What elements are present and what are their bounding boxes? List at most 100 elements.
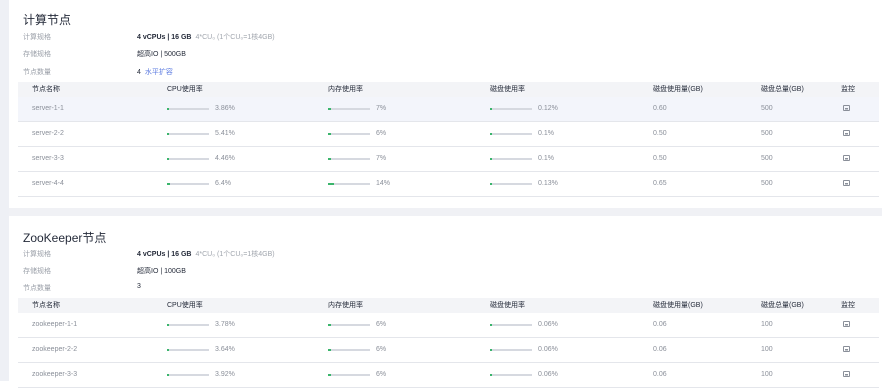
column-header: CPU使用率: [167, 302, 203, 309]
memory-usage-bar-fill: [328, 107, 331, 110]
table-row[interactable]: zookeeper-3-3 3.92% 6% 0.06% 0.06 100: [18, 363, 879, 388]
monitor-icon[interactable]: [843, 155, 850, 161]
cpu-usage-percent: 3.78%: [215, 321, 235, 328]
zookeeper-storage-label: 存储规格: [23, 268, 51, 275]
compute-specs-hint: 4*CU₀ (1个CU₀=1核4GB): [195, 34, 275, 41]
disk-usage-percent: 0.06%: [538, 346, 558, 353]
table-row[interactable]: server-3-3 4.46% 7% 0.1% 0.50 500: [18, 147, 879, 172]
monitor-icon[interactable]: [843, 105, 850, 111]
column-header: 内存使用率: [328, 302, 363, 309]
cpu-usage-percent: 6.4%: [215, 180, 231, 187]
cpu-usage-bar-fill: [167, 348, 169, 351]
compute-specs-value: 4 vCPUs | 16 GB 4*CU₀ (1个CU₀=1核4GB): [137, 32, 275, 42]
column-header: 磁盘使用率: [490, 86, 525, 93]
compute-specs-main: 4 vCPUs | 16 GB: [137, 34, 192, 41]
cpu-usage-bar-fill: [167, 157, 169, 160]
node-name: zookeeper-3-3: [32, 371, 78, 378]
monitor-icon[interactable]: [843, 346, 850, 352]
cpu-usage-percent: 3.92%: [215, 371, 235, 378]
table-row[interactable]: zookeeper-2-2 3.64% 6% 0.06% 0.06 100: [18, 338, 879, 363]
disk-usage-bar-fill: [490, 323, 492, 326]
column-header: 监控: [841, 86, 855, 93]
compute-count-value: 4 水平扩容: [137, 67, 173, 77]
disk-used: 0.06: [653, 346, 667, 353]
memory-usage-bar: [328, 323, 370, 326]
disk-usage-percent: 0.13%: [538, 180, 558, 187]
monitor-icon[interactable]: [843, 180, 850, 186]
column-header: 磁盘使用量(GB): [653, 86, 703, 93]
memory-usage-percent: 6%: [376, 346, 387, 353]
column-header: CPU使用率: [167, 86, 203, 93]
node-name: server-2-2: [32, 130, 64, 137]
disk-used: 0.06: [653, 371, 667, 378]
table-row[interactable]: server-4-4 6.4% 14% 0.13% 0.65 500: [18, 172, 879, 197]
left-edge-bar: [0, 0, 9, 381]
column-header: 监控: [841, 302, 855, 309]
cpu-usage-percent: 5.41%: [215, 130, 235, 137]
disk-total: 500: [761, 105, 773, 112]
zookeeper-specs-value: 4 vCPUs | 16 GB 4*CU₀ (1个CU₀=1核4GB): [137, 249, 275, 259]
section-divider: [9, 208, 882, 216]
memory-usage-percent: 14%: [376, 180, 391, 187]
disk-total: 500: [761, 155, 773, 162]
compute-storage-label: 存储规格: [23, 51, 51, 58]
zookeeper-specs-label: 计算规格: [23, 251, 51, 258]
disk-used: 0.50: [653, 155, 667, 162]
cpu-usage-bar: [167, 323, 209, 326]
disk-usage-percent: 0.1%: [538, 155, 554, 162]
disk-usage-bar: [490, 132, 532, 135]
cpu-usage-bar-fill: [167, 373, 169, 376]
memory-usage-percent: 7%: [376, 105, 387, 112]
cpu-usage-bar: [167, 157, 209, 160]
column-header: 磁盘使用量(GB): [653, 302, 703, 309]
compute-count-number: 4: [137, 69, 141, 76]
monitor-icon[interactable]: [843, 371, 850, 377]
cpu-usage-bar-fill: [167, 182, 170, 185]
disk-usage-bar: [490, 373, 532, 376]
disk-used: 0.06: [653, 321, 667, 328]
disk-usage-bar-fill: [490, 182, 492, 185]
node-name: server-1-1: [32, 105, 64, 112]
compute-storage-value: 超高IO | 500GB: [137, 51, 186, 58]
disk-total: 100: [761, 346, 773, 353]
memory-usage-bar-fill: [328, 373, 331, 376]
zookeeper-count-value: 3: [137, 283, 141, 290]
column-header: 节点名称: [32, 86, 60, 93]
table-row[interactable]: server-2-2 5.41% 6% 0.1% 0.50 500: [18, 122, 879, 147]
disk-usage-percent: 0.12%: [538, 105, 558, 112]
scale-out-link[interactable]: 水平扩容: [145, 69, 173, 76]
table-row[interactable]: zookeeper-1-1 3.78% 6% 0.06% 0.06 100: [18, 313, 879, 338]
disk-used: 0.65: [653, 180, 667, 187]
disk-usage-bar-fill: [490, 348, 492, 351]
disk-usage-bar: [490, 157, 532, 160]
table-row[interactable]: server-1-1 3.86% 7% 0.12% 0.60 500: [18, 97, 879, 122]
cpu-usage-bar-fill: [167, 132, 170, 135]
memory-usage-bar-fill: [328, 323, 331, 326]
disk-used: 0.60: [653, 105, 667, 112]
memory-usage-bar-fill: [328, 348, 331, 351]
zookeeper-table-header: 节点名称 CPU使用率 内存使用率 磁盘使用率 磁盘使用量(GB) 磁盘总量(GB) 监控: [18, 298, 879, 313]
disk-usage-bar-fill: [490, 132, 492, 135]
monitor-icon[interactable]: [843, 130, 850, 136]
compute-node-section: 计算节点 计算规格 4 vCPUs | 16 GB 4*CU₀ (1个CU₀=1核…: [9, 0, 882, 208]
column-header: 内存使用率: [328, 86, 363, 93]
compute-specs-label: 计算规格: [23, 34, 51, 41]
disk-usage-bar: [490, 182, 532, 185]
cpu-usage-bar: [167, 132, 209, 135]
zookeeper-node-section: ZooKeeper节点 计算规格 4 vCPUs | 16 GB 4*CU₀ (1…: [9, 216, 882, 388]
disk-usage-bar-fill: [490, 373, 492, 376]
memory-usage-bar: [328, 182, 370, 185]
node-name: server-4-4: [32, 180, 64, 187]
disk-usage-bar-fill: [490, 107, 492, 110]
memory-usage-percent: 6%: [376, 321, 387, 328]
compute-table-header: 节点名称 CPU使用率 内存使用率 磁盘使用率 磁盘使用量(GB) 磁盘总量(GB) 监控: [18, 82, 879, 97]
zookeeper-specs-main: 4 vCPUs | 16 GB: [137, 251, 192, 258]
disk-usage-bar: [490, 323, 532, 326]
node-name: zookeeper-1-1: [32, 321, 78, 328]
disk-used: 0.50: [653, 130, 667, 137]
monitor-icon[interactable]: [843, 321, 850, 327]
cpu-usage-percent: 3.86%: [215, 105, 235, 112]
disk-usage-bar: [490, 348, 532, 351]
memory-usage-percent: 7%: [376, 155, 387, 162]
column-header: 磁盘使用率: [490, 302, 525, 309]
